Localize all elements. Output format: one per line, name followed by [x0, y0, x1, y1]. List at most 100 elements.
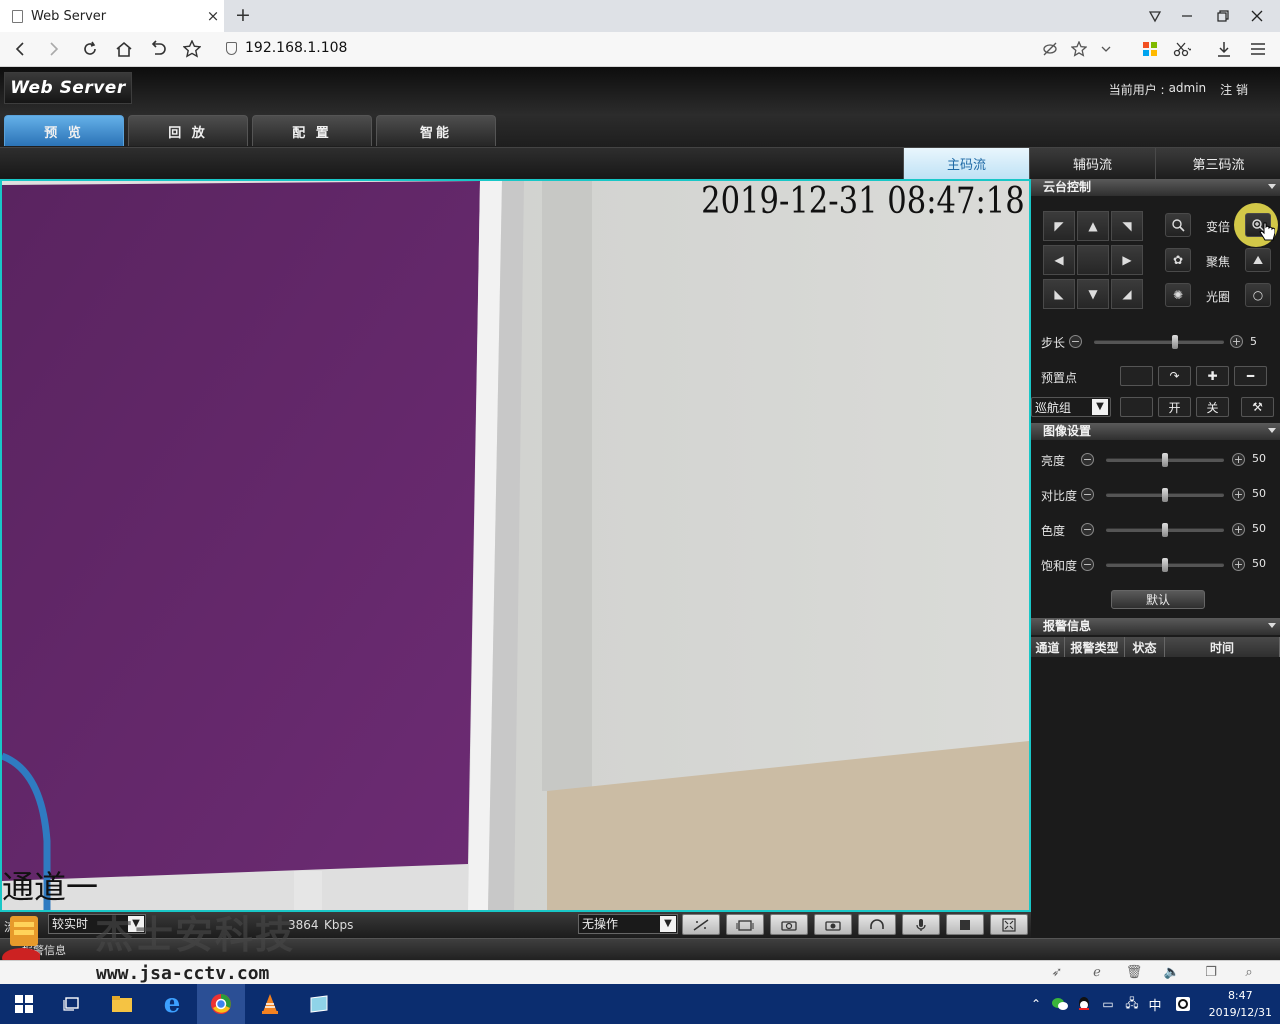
video-view[interactable]: 2019-12-31 08:47:18 通道一 — [0, 179, 1031, 912]
logout-link[interactable]: 注 销 — [1220, 81, 1248, 98]
headphone-icon[interactable] — [858, 914, 896, 935]
stop-icon[interactable] — [946, 914, 984, 935]
ptz-down-right-button[interactable]: ◢ — [1111, 279, 1143, 309]
preset-input[interactable] — [1120, 366, 1153, 386]
cruise-start-button[interactable]: 开 — [1158, 397, 1191, 417]
ie-mode-icon[interactable]: ℯ — [1088, 964, 1106, 982]
close-window-button[interactable] — [1240, 0, 1274, 32]
vlc-icon[interactable] — [246, 984, 294, 1024]
zoom-out-button[interactable] — [1165, 213, 1191, 237]
image-setting-decrease-button[interactable]: − — [1081, 523, 1094, 536]
preset-goto-button[interactable]: ↷ — [1158, 366, 1191, 386]
preset-delete-button[interactable]: ━ — [1234, 366, 1267, 386]
forward-icon[interactable] — [40, 36, 68, 62]
image-setting-decrease-button[interactable]: − — [1081, 453, 1094, 466]
start-button[interactable] — [0, 984, 48, 1024]
qq-input-icon[interactable] — [1172, 984, 1194, 1024]
step-slider-knob[interactable] — [1172, 335, 1178, 349]
tab-third-stream[interactable]: 第三码流 — [1155, 148, 1280, 179]
menu-icon[interactable] — [1244, 36, 1272, 62]
focus-far-button[interactable]: ⛰ — [1245, 248, 1271, 272]
cruise-settings-button[interactable]: ⚒ — [1241, 397, 1274, 417]
alarm-section-header[interactable]: 报警信息 — [1031, 618, 1280, 635]
browser-app-icon[interactable] — [197, 984, 245, 1024]
download-icon[interactable] — [1210, 36, 1238, 62]
tab-preview[interactable]: 预 览 — [4, 115, 124, 146]
ptz-down-left-button[interactable]: ◣ — [1043, 279, 1075, 309]
iris-open-button[interactable]: ○ — [1245, 283, 1271, 307]
image-setting-decrease-button[interactable]: − — [1081, 488, 1094, 501]
tab-sub-stream[interactable]: 辅码流 — [1029, 148, 1155, 179]
image-setting-decrease-button[interactable]: − — [1081, 558, 1094, 571]
system-clock[interactable]: 8:47 2019/12/31 — [1209, 987, 1272, 1021]
restore-button[interactable] — [1206, 0, 1240, 32]
tab-main-stream[interactable]: 主码流 — [903, 148, 1029, 179]
step-increase-button[interactable]: + — [1230, 335, 1243, 348]
ptz-right-button[interactable]: ▶ — [1111, 245, 1143, 275]
cruise-stop-button[interactable]: 关 — [1196, 397, 1229, 417]
tab-list-icon[interactable] — [1138, 0, 1172, 32]
minimize-button[interactable] — [1170, 0, 1204, 32]
image-setting-increase-button[interactable]: + — [1232, 523, 1245, 536]
battery-icon[interactable]: ▭ — [1098, 984, 1118, 1024]
default-button[interactable]: 默认 — [1111, 590, 1205, 609]
trash-icon[interactable]: 🗑 — [1125, 964, 1143, 982]
qq-icon[interactable] — [1074, 984, 1094, 1024]
ime-indicator[interactable]: 中 — [1144, 984, 1166, 1024]
browser-tab[interactable]: Web Server × — [0, 0, 224, 32]
bookmark-star-icon[interactable] — [178, 36, 206, 62]
speaker-icon[interactable]: 🔈 — [1163, 964, 1181, 982]
image-setting-slider[interactable] — [1106, 453, 1224, 467]
tab-config[interactable]: 配 置 — [252, 115, 372, 146]
record-button[interactable] — [726, 914, 764, 935]
apps-grid-icon[interactable] — [1136, 36, 1164, 62]
aspect-ratio-button[interactable] — [682, 914, 720, 935]
preset-add-button[interactable]: ✚ — [1196, 366, 1229, 386]
app-window-icon[interactable] — [295, 984, 343, 1024]
reload-icon[interactable] — [76, 36, 104, 62]
ptz-up-left-button[interactable]: ◤ — [1043, 211, 1075, 241]
step-decrease-button[interactable]: − — [1069, 335, 1082, 348]
network-icon[interactable]: 🖧 — [1122, 984, 1142, 1024]
cruise-input[interactable] — [1120, 397, 1153, 417]
ptz-left-button[interactable]: ◀ — [1043, 245, 1075, 275]
window-icon[interactable]: ❐ — [1202, 964, 1220, 982]
step-slider[interactable] — [1094, 335, 1224, 349]
tab-playback[interactable]: 回 放 — [128, 115, 248, 146]
image-setting-increase-button[interactable]: + — [1232, 453, 1245, 466]
ptz-section-header[interactable]: 云台控制 — [1031, 179, 1280, 196]
rocket-icon[interactable]: ➶ — [1048, 964, 1066, 982]
ptz-up-button[interactable]: ▲ — [1077, 211, 1109, 241]
focus-near-button[interactable]: ✿ — [1165, 248, 1191, 272]
fullscreen-icon[interactable] — [990, 914, 1028, 935]
image-setting-increase-button[interactable]: + — [1232, 558, 1245, 571]
favorite-star-icon[interactable] — [1065, 36, 1093, 62]
undo-icon[interactable] — [144, 36, 172, 62]
tray-expand-icon[interactable]: ⌃ — [1028, 984, 1044, 1024]
image-setting-slider[interactable] — [1106, 558, 1224, 572]
tab-close-icon[interactable]: × — [202, 7, 224, 25]
back-icon[interactable] — [6, 36, 34, 62]
camera-icon[interactable] — [814, 914, 852, 935]
image-setting-slider-knob[interactable] — [1162, 523, 1168, 537]
scissors-icon[interactable] — [1168, 36, 1196, 62]
image-setting-slider-knob[interactable] — [1162, 488, 1168, 502]
ptz-up-right-button[interactable]: ◥ — [1111, 211, 1143, 241]
microphone-icon[interactable] — [902, 914, 940, 935]
image-setting-slider-knob[interactable] — [1162, 453, 1168, 467]
iris-close-button[interactable]: ✺ — [1165, 283, 1191, 307]
wechat-icon[interactable] — [1050, 984, 1070, 1024]
image-setting-slider[interactable] — [1106, 488, 1224, 502]
home-icon[interactable] — [110, 36, 138, 62]
image-setting-slider-knob[interactable] — [1162, 558, 1168, 572]
file-explorer-icon[interactable] — [98, 984, 146, 1024]
ptz-down-button[interactable]: ▼ — [1077, 279, 1109, 309]
image-settings-header[interactable]: 图像设置 — [1031, 423, 1280, 440]
reading-mode-icon[interactable] — [1036, 36, 1064, 62]
internet-explorer-icon[interactable]: e — [148, 984, 196, 1024]
task-view-icon[interactable] — [48, 984, 96, 1024]
image-setting-slider[interactable] — [1106, 523, 1224, 537]
image-setting-increase-button[interactable]: + — [1232, 488, 1245, 501]
action-select[interactable]: 无操作 ▼ — [578, 914, 678, 934]
ptz-center-button[interactable] — [1077, 245, 1109, 275]
